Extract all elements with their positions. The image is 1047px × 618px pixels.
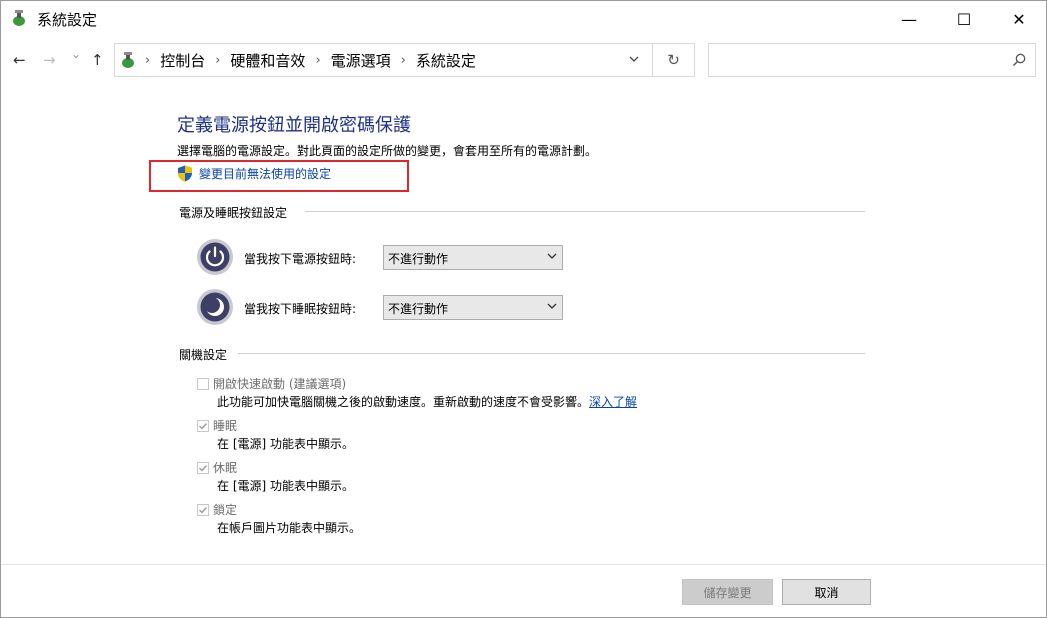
hibernate-label: 休眠 bbox=[213, 461, 238, 475]
checkmark-icon bbox=[199, 465, 208, 472]
shutdown-section-title: 關機設定 bbox=[179, 348, 228, 362]
save-changes-button[interactable]: 儲存變更 bbox=[682, 579, 773, 605]
sleep-button-action-value: 不進行動作 bbox=[388, 302, 449, 316]
power-button-label: 當我按下電源按鈕時: bbox=[244, 252, 357, 266]
window-title: 系統設定 bbox=[37, 11, 98, 29]
up-button[interactable]: ↑ bbox=[91, 51, 104, 69]
search-icon[interactable] bbox=[1011, 52, 1027, 68]
breadcrumb-item-system-settings[interactable]: 系統設定 bbox=[416, 50, 476, 71]
checkmark-icon bbox=[199, 507, 208, 514]
refresh-icon: ↻ bbox=[667, 51, 680, 69]
back-arrow-icon: ← bbox=[13, 51, 26, 69]
sleep-button-icon bbox=[197, 289, 233, 325]
sleep-checkbox[interactable] bbox=[197, 420, 209, 432]
chevron-down-icon: ⌄ bbox=[71, 47, 82, 61]
lock-label: 鎖定 bbox=[213, 503, 238, 517]
forward-button[interactable]: → bbox=[43, 51, 56, 69]
hibernate-description: 在 [電源] 功能表中顯示。 bbox=[217, 479, 354, 493]
maximize-icon: ☐ bbox=[956, 9, 972, 29]
section-divider bbox=[238, 353, 865, 354]
section-divider bbox=[305, 211, 865, 212]
minimize-icon: — bbox=[901, 9, 917, 29]
breadcrumb: › 控制台 › 硬體和音效 › 電源選項 › 系統設定 bbox=[145, 50, 476, 71]
refresh-button[interactable]: ↻ bbox=[653, 43, 695, 77]
back-button[interactable]: ← bbox=[13, 51, 26, 69]
chevron-down-icon bbox=[547, 253, 557, 259]
footer-divider bbox=[1, 564, 1046, 565]
address-history-chevron-icon[interactable] bbox=[628, 53, 640, 65]
highlight-box bbox=[149, 160, 409, 192]
breadcrumb-item-control-panel[interactable]: 控制台 bbox=[160, 50, 205, 71]
sleep-description: 在 [電源] 功能表中顯示。 bbox=[217, 437, 354, 451]
sleep-label: 睡眠 bbox=[213, 419, 238, 433]
breadcrumb-item-hardware-sound[interactable]: 硬體和音效 bbox=[230, 50, 305, 71]
power-button-action-select[interactable]: 不進行動作 bbox=[383, 245, 563, 270]
learn-more-link[interactable]: 深入了解 bbox=[589, 395, 637, 409]
chevron-down-icon bbox=[547, 303, 557, 309]
breadcrumb-item-power-options[interactable]: 電源選項 bbox=[331, 50, 391, 71]
minimize-button[interactable]: — bbox=[886, 1, 932, 37]
maximize-button[interactable]: ☐ bbox=[941, 1, 987, 37]
power-options-icon bbox=[122, 52, 134, 68]
power-button-action-value: 不進行動作 bbox=[388, 252, 449, 266]
forward-arrow-icon: → bbox=[43, 51, 56, 69]
cancel-button[interactable]: 取消 bbox=[782, 579, 871, 605]
close-button[interactable]: ✕ bbox=[996, 1, 1042, 37]
fast-startup-label: 開啟快速啟動 (建議選項) bbox=[213, 377, 347, 391]
lock-description: 在帳戶圖片功能表中顯示。 bbox=[217, 521, 362, 535]
recent-locations-button[interactable]: ⌄ bbox=[71, 47, 81, 61]
address-bar[interactable]: › 控制台 › 硬體和音效 › 電源選項 › 系統設定 bbox=[114, 43, 653, 77]
checkmark-icon bbox=[199, 423, 208, 430]
fast-startup-description-text: 此功能可加快電腦關機之後的啟動速度。重新啟動的速度不會受影響。 bbox=[217, 395, 590, 409]
page-title: 定義電源按鈕並開啟密碼保護 bbox=[177, 115, 411, 136]
system-settings-window: 系統設定 — ☐ ✕ ← → ⌄ ↑ › 控制台 › 硬體和音效 › 電源選項 … bbox=[0, 0, 1047, 618]
hibernate-checkbox[interactable] bbox=[197, 462, 209, 474]
power-options-app-icon bbox=[13, 10, 25, 26]
sleep-button-action-select[interactable]: 不進行動作 bbox=[383, 295, 563, 320]
fast-startup-description: 此功能可加快電腦關機之後的啟動速度。重新啟動的速度不會受影響。深入了解 bbox=[217, 393, 637, 410]
breadcrumb-separator-icon[interactable]: › bbox=[401, 53, 406, 68]
search-input[interactable] bbox=[713, 48, 1007, 74]
close-icon: ✕ bbox=[1012, 9, 1026, 29]
power-section-title: 電源及睡眠按鈕設定 bbox=[179, 206, 288, 220]
breadcrumb-separator-icon[interactable]: › bbox=[315, 53, 320, 68]
up-arrow-icon: ↑ bbox=[91, 51, 104, 69]
sleep-button-label: 當我按下睡眠按鈕時: bbox=[244, 302, 357, 316]
fast-startup-checkbox[interactable] bbox=[197, 378, 209, 390]
search-box[interactable] bbox=[708, 43, 1036, 77]
breadcrumb-separator-icon: › bbox=[145, 53, 151, 68]
power-button-icon bbox=[197, 239, 233, 275]
page-description: 選擇電腦的電源設定。對此頁面的設定所做的變更，會套用至所有的電源計劃。 bbox=[177, 144, 598, 158]
lock-checkbox[interactable] bbox=[197, 504, 209, 516]
title-bar: 系統設定 — ☐ ✕ bbox=[1, 1, 1046, 37]
breadcrumb-separator-icon[interactable]: › bbox=[215, 53, 220, 68]
